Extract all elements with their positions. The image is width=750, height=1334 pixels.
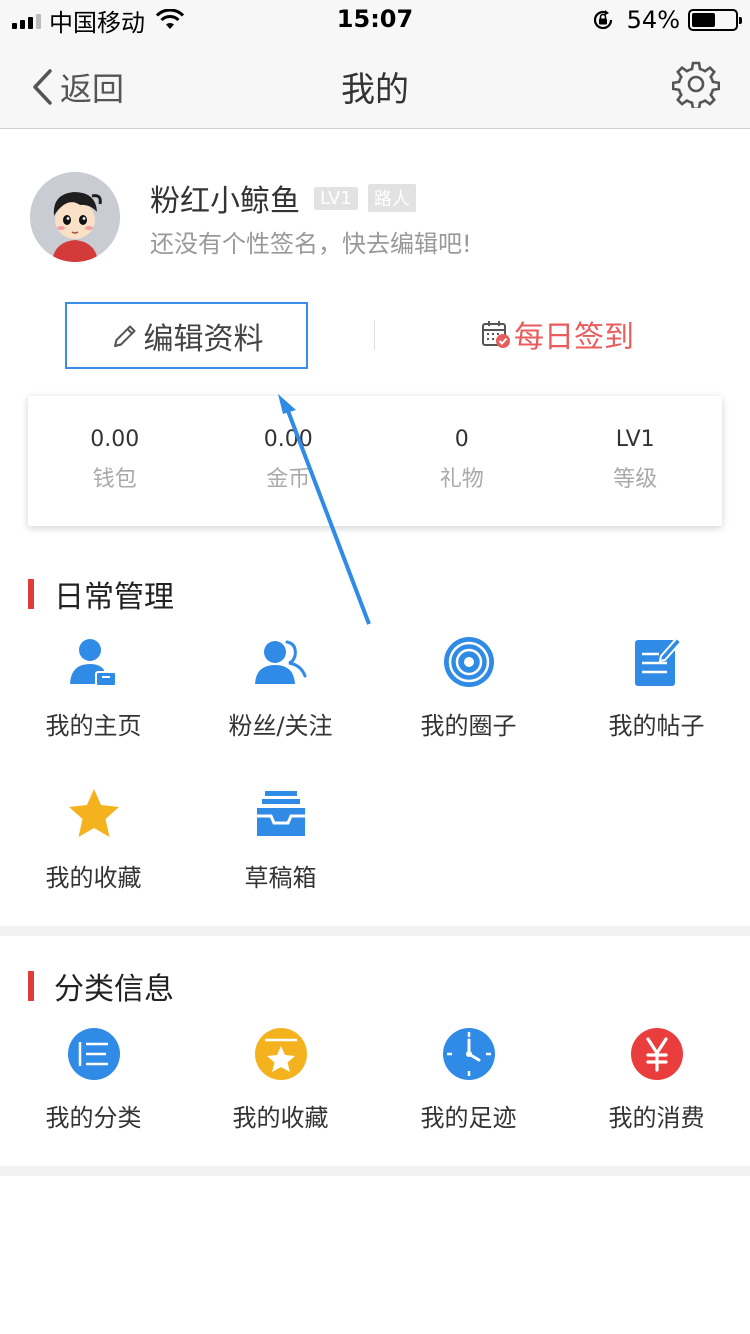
folder-star-icon (254, 1028, 307, 1080)
daily-signin-label: 每日签到 (514, 320, 634, 355)
menu-item-label: 我的帖子 (608, 712, 705, 740)
menu-item-label: 我的收藏 (45, 864, 142, 892)
section-title-text: 日常管理 (54, 580, 174, 615)
stat-gifts[interactable]: 0 礼物 (375, 396, 549, 526)
edit-note-icon (634, 636, 682, 686)
section-accent-bar (28, 971, 34, 1001)
category-section-title: 分类信息 (28, 964, 174, 1008)
stat-label: 钱包 (92, 467, 137, 492)
menu-item-my-favorites[interactable]: 我的收藏 (0, 786, 187, 893)
level-badge: LV1 (314, 186, 358, 210)
stat-label: 金币 (266, 467, 311, 492)
stat-level[interactable]: LV1 等级 (549, 396, 723, 526)
menu-item-fans-follow[interactable]: 粉丝/关注 (187, 634, 374, 741)
edit-profile-button[interactable]: 编辑资料 (65, 302, 308, 369)
chevron-left-icon (33, 69, 52, 105)
stat-label: 礼物 (439, 467, 484, 492)
section-accent-bar (28, 579, 34, 609)
stat-wallet[interactable]: 0.00 钱包 (28, 396, 202, 526)
avatar[interactable] (30, 172, 120, 262)
list-icon (67, 1028, 120, 1080)
menu-item-my-posts[interactable]: 我的帖子 (563, 634, 750, 741)
stat-value: 0 (454, 427, 469, 452)
avatar-cartoon-icon (30, 172, 120, 262)
clock-icon (442, 1028, 495, 1080)
stat-coins[interactable]: 0.00 金币 (202, 396, 376, 526)
menu-item-label: 粉丝/关注 (228, 712, 333, 740)
battery-icon (688, 9, 742, 31)
gear-icon[interactable] (672, 60, 720, 108)
user-name: 粉红小鲸鱼 (150, 184, 300, 219)
menu-item-my-footprints[interactable]: 我的足迹 (375, 1026, 562, 1133)
star-icon (68, 789, 119, 837)
pencil-icon (113, 325, 135, 347)
yen-icon (630, 1028, 683, 1080)
menu-item-label: 我的分类 (45, 1104, 142, 1132)
user-signature: 还没有个性签名，快去编辑吧! (150, 230, 472, 258)
calendar-check-icon (482, 321, 510, 348)
stat-value: 0.00 (90, 427, 140, 452)
stat-value: LV1 (615, 427, 655, 452)
divider (374, 320, 375, 350)
stat-value: 0.00 (263, 427, 313, 452)
stats-card: 0.00 钱包 0.00 金币 0 礼物 LV1 等级 (28, 396, 722, 526)
menu-item-my-homepage[interactable]: 我的主页 (0, 634, 187, 741)
rotation-lock-icon (593, 10, 612, 30)
stat-label: 等级 (613, 467, 658, 492)
menu-item-label: 草稿箱 (244, 864, 317, 892)
inbox-tray-icon (256, 791, 305, 836)
back-label: 返回 (60, 70, 125, 108)
daily-signin-button[interactable]: 每日签到 (480, 312, 634, 356)
menu-item-my-categories[interactable]: 我的分类 (0, 1026, 187, 1133)
user-name-row: 粉红小鲸鱼 LV1 路人 (150, 176, 416, 220)
users-icon (254, 640, 306, 684)
section-separator (0, 926, 750, 936)
circle-target-icon (443, 637, 494, 687)
battery-percent: 54% (626, 6, 680, 34)
menu-item-label: 我的足迹 (420, 1104, 517, 1132)
menu-item-my-circle[interactable]: 我的圈子 (375, 634, 562, 741)
menu-item-my-spending[interactable]: 我的消费 (563, 1026, 750, 1133)
menu-item-label: 我的消费 (608, 1104, 705, 1132)
menu-item-label: 我的圈子 (420, 712, 517, 740)
menu-item-label: 我的收藏 (232, 1104, 329, 1132)
section-separator (0, 1166, 750, 1176)
nav-bar: 返回 我的 (0, 40, 750, 129)
back-button[interactable]: 返回 (30, 64, 124, 110)
menu-item-category-favorites[interactable]: 我的收藏 (187, 1026, 374, 1133)
battery-level (692, 13, 715, 27)
status-bar: 中国移动 15:07 54% (0, 0, 750, 40)
menu-item-drafts[interactable]: 草稿箱 (187, 786, 374, 893)
section-title-text: 分类信息 (54, 972, 174, 1007)
daily-section-title: 日常管理 (28, 572, 174, 616)
role-badge: 路人 (367, 184, 416, 212)
profile-section: 粉红小鲸鱼 LV1 路人 还没有个性签名，快去编辑吧! 编辑资料 每日签到 (0, 130, 750, 385)
user-card-icon (69, 639, 117, 687)
status-right: 54% (591, 6, 742, 34)
menu-item-label: 我的主页 (45, 712, 142, 740)
edit-profile-label: 编辑资料 (143, 321, 264, 357)
